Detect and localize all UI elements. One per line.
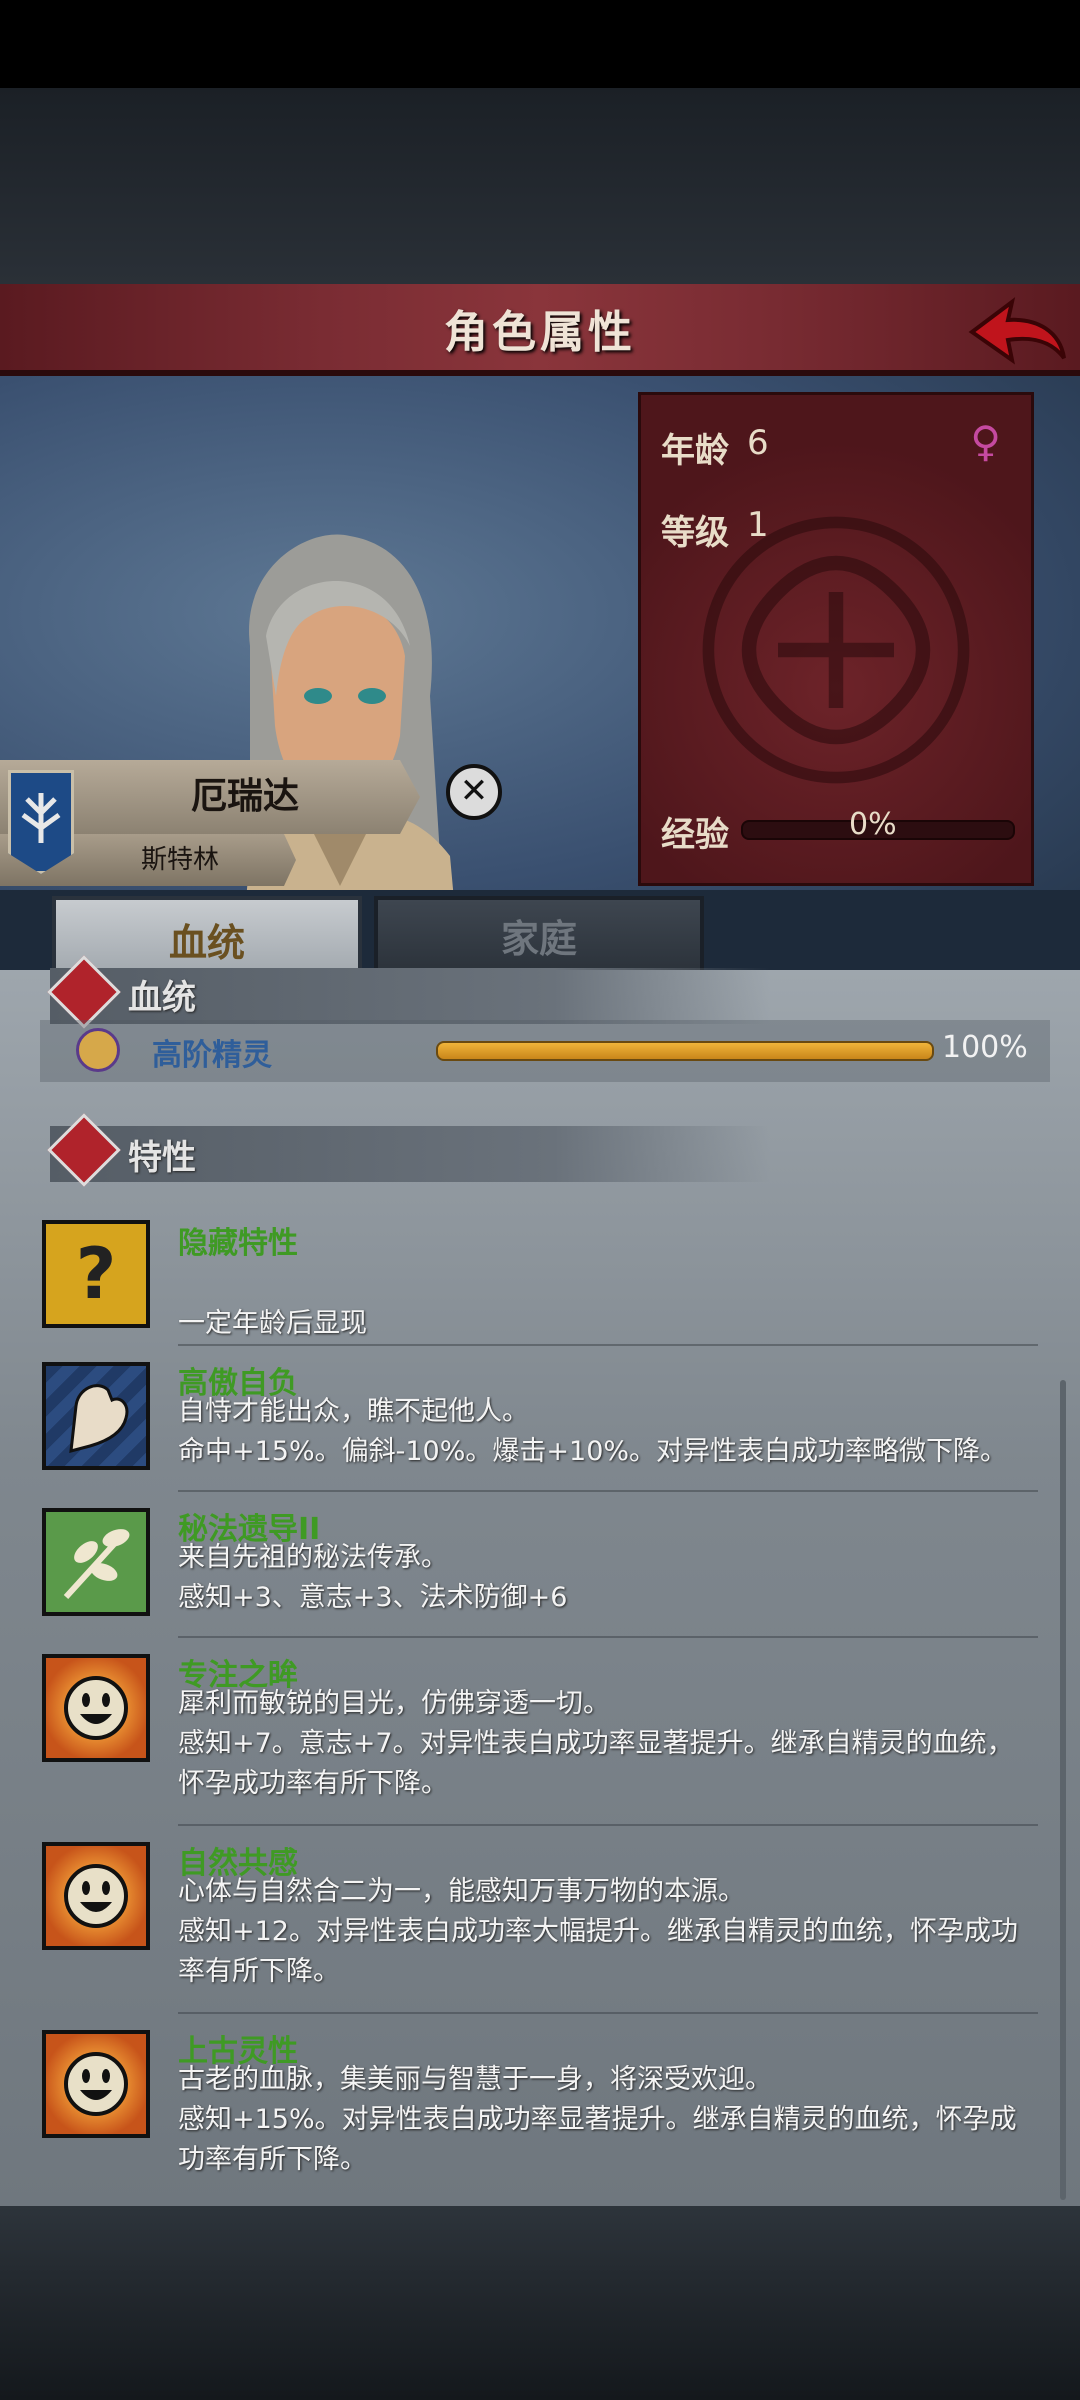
exp-value: 0% bbox=[849, 807, 897, 842]
tab-family[interactable]: 家庭 bbox=[374, 896, 704, 974]
exp-label: 经验 bbox=[661, 815, 729, 855]
trait-desc-line: 古老的血脉，集美丽与智慧于一身，将深受欢迎。 bbox=[178, 2064, 772, 2095]
female-gender-icon: ♀ bbox=[970, 417, 1001, 466]
level-value: 1 bbox=[747, 505, 769, 545]
page-title: 角色属性 bbox=[444, 307, 636, 358]
traits-section-title: 特性 bbox=[128, 1138, 196, 1178]
trait-desc-line: 率有所下降。 bbox=[178, 1956, 340, 1987]
bloodline-row: 高阶精灵 100% bbox=[40, 1020, 1050, 1082]
divider bbox=[178, 1636, 1038, 1638]
close-icon[interactable]: ✕ bbox=[446, 764, 502, 820]
status-bar-area bbox=[0, 0, 1080, 88]
back-arrow-icon[interactable] bbox=[968, 292, 1068, 370]
divider bbox=[178, 2012, 1038, 2014]
trait-desc-line: 感知+12。对异性表白成功率大幅提升。继承自精灵的血统，怀孕成功 bbox=[178, 1916, 1018, 1947]
celtic-knot-icon bbox=[702, 516, 970, 784]
character-subtitle: 斯特林 bbox=[140, 845, 219, 875]
trait-desc-line: 命中+15%。偏斜-10%。爆击+10%。对异性表白成功率略微下降。 bbox=[178, 1436, 1008, 1467]
house-banner-icon bbox=[8, 770, 74, 874]
divider bbox=[178, 1344, 1038, 1346]
tab-bar: 血统 家庭 bbox=[0, 890, 1080, 982]
divider bbox=[178, 1824, 1038, 1826]
leaf-branch-icon bbox=[42, 1508, 150, 1616]
trait-desc-line: 来自先祖的秘法传承。 bbox=[178, 1542, 448, 1573]
age-value: 6 bbox=[747, 423, 769, 463]
divider bbox=[178, 1490, 1038, 1492]
trait-desc-line: 感知+3、意志+3、法术防御+6 bbox=[178, 1582, 568, 1613]
stats-panel: 年龄 6 ♀ 等级 1 经验 0% bbox=[638, 392, 1034, 886]
trait-desc-line: 感知+15%。对异性表白成功率显著提升。继承自精灵的血统，怀孕成 bbox=[178, 2104, 1017, 2135]
elf-swirl-icon bbox=[76, 1028, 120, 1072]
trait-desc-line: 感知+7。意志+7。对异性表白成功率显著提升。继承自精灵的血统， bbox=[178, 1728, 1014, 1759]
age-label: 年龄 bbox=[661, 431, 729, 471]
level-label: 等级 bbox=[661, 513, 729, 553]
bloodline-name: 高阶精灵 bbox=[152, 1038, 272, 1073]
trait-desc-line: 犀利而敏锐的目光，仿佛穿透一切。 bbox=[178, 1688, 610, 1719]
trait-desc-line: 功率有所下降。 bbox=[178, 2144, 367, 2175]
smiley-sun-icon bbox=[42, 2030, 150, 2138]
trait-desc-line: 怀孕成功率有所下降。 bbox=[178, 1768, 448, 1799]
trait-desc-line: 心体与自然合二为一，能感知万事万物的本源。 bbox=[178, 1876, 745, 1907]
smiley-sun-icon bbox=[42, 1654, 150, 1762]
bloodline-percent: 100% bbox=[942, 1030, 1028, 1065]
smiley-sun-icon bbox=[42, 1842, 150, 1950]
title-bar: 角色属性 bbox=[0, 284, 1080, 376]
trait-desc-line: 一定年龄后显现 bbox=[178, 1308, 367, 1339]
bloodline-section-title: 血统 bbox=[128, 978, 196, 1018]
content-panel: 血统 高阶精灵 100% 特性 ? 隐藏特性 一定年龄后显现 高傲自负 自恃才能… bbox=[0, 955, 1080, 2206]
flexed-arm-icon bbox=[42, 1362, 150, 1470]
question-mark-icon: ? bbox=[42, 1220, 150, 1328]
top-backdrop bbox=[0, 88, 1080, 284]
trait-name: 隐藏特性 bbox=[178, 1226, 298, 1261]
scrollbar[interactable] bbox=[1060, 1380, 1066, 2200]
bloodline-progress-bar bbox=[436, 1041, 934, 1061]
character-name: 厄瑞达 bbox=[190, 776, 299, 817]
bottom-backdrop bbox=[0, 2206, 1080, 2400]
trait-desc-line: 自恃才能出众，瞧不起他人。 bbox=[178, 1396, 529, 1427]
